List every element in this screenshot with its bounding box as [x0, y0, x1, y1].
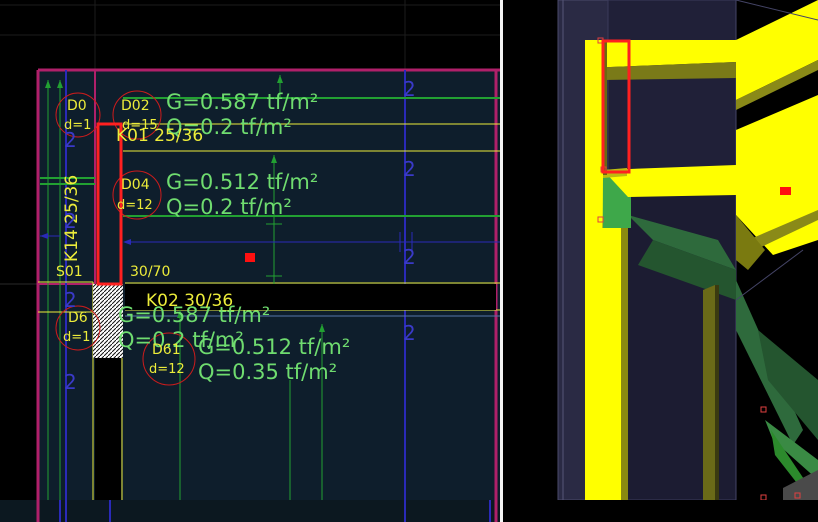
slab-d04-thickness: d=12: [117, 198, 153, 213]
model-3d-view[interactable]: [503, 0, 818, 522]
slab-d04-name: D04: [121, 177, 150, 193]
axis-marker: 2: [403, 321, 416, 345]
selection-point: [245, 253, 255, 262]
plan-view[interactable]: D0 d=1 D02 d=15 G=0.587 tf/m² Q=0.2 tf/m…: [0, 0, 500, 522]
model-3d-drawing[interactable]: [503, 0, 818, 522]
axis-marker: 2: [64, 209, 77, 233]
axis-marker: 2: [403, 245, 416, 269]
axis-marker: 2: [64, 288, 77, 312]
axis-marker: 2: [64, 128, 77, 152]
axis-marker: 2: [403, 77, 416, 101]
slab-d61-name: D61: [152, 342, 181, 358]
beam-k02-label[interactable]: K02 30/36: [146, 293, 233, 310]
slab-d0-name: D0: [67, 98, 87, 114]
slab-d02-load-g: G=0.587 tf/m²: [166, 90, 319, 114]
slab-d61-load-q: Q=0.35 tf/m²: [198, 360, 338, 384]
column-s01-name[interactable]: S01: [56, 265, 83, 279]
slab-d04-load-q: Q=0.2 tf/m²: [166, 195, 292, 219]
beam-k01-label[interactable]: K01 25/36: [116, 128, 203, 145]
slab-d62-thickness: d=1: [63, 330, 91, 345]
slab-d62-name: D6: [68, 310, 88, 326]
column-s01-size: 30/70: [130, 264, 171, 280]
axis-marker: 2: [64, 370, 77, 394]
slab-d04-load-g: G=0.512 tf/m²: [166, 170, 319, 194]
slab-d61-thickness: d=12: [149, 362, 185, 377]
slab-d61-load-g: G=0.512 tf/m²: [198, 335, 351, 359]
selection-point-3d: [780, 187, 791, 195]
beam-k14-strip: [95, 358, 121, 500]
axis-marker: 2: [403, 157, 416, 181]
slab-d02-name: D02: [121, 98, 150, 114]
